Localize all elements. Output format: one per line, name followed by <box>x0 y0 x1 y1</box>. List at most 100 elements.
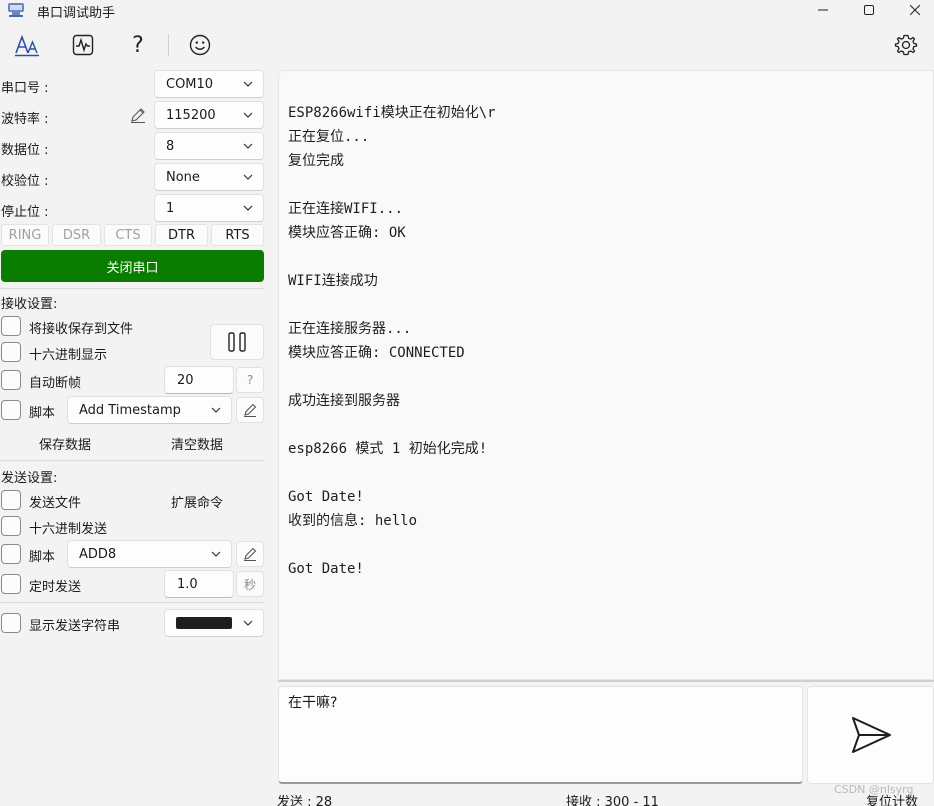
send-arrow-icon <box>851 717 891 753</box>
edit-pen-icon[interactable] <box>129 106 147 124</box>
receive-script-edit-button[interactable] <box>236 397 264 423</box>
chevron-down-icon <box>243 112 253 118</box>
receive-line <box>288 293 933 317</box>
send-color-select[interactable] <box>164 609 264 637</box>
receive-line: 复位完成 <box>288 153 344 169</box>
auto-frame-value: 20 <box>177 372 194 388</box>
parity-select[interactable]: None <box>154 163 264 191</box>
receive-script-label: 脚本 <box>29 406 56 421</box>
auto-frame-input[interactable]: 20 <box>164 366 234 394</box>
save-data-button[interactable]: 保存数据 <box>39 434 91 453</box>
chevron-down-icon <box>211 551 221 557</box>
show-send-label: 显示发送字符串 <box>29 619 121 634</box>
auto-frame-help-button[interactable]: ? <box>236 367 264 393</box>
receive-line: 正在连接服务器... <box>288 321 412 337</box>
receive-script-select[interactable]: Add Timestamp <box>67 396 232 424</box>
send-script-edit-button[interactable] <box>236 541 264 567</box>
hex-display-label: 十六进制显示 <box>29 348 108 363</box>
help-button[interactable]: ? <box>122 30 154 60</box>
rts-button[interactable]: RTS <box>211 224 264 246</box>
cts-indicator: CTS <box>104 224 152 246</box>
send-input[interactable]: 在干嘛? <box>278 686 803 784</box>
send-file-checkbox[interactable] <box>1 490 21 510</box>
timed-unit-label: 秒 <box>236 571 264 597</box>
auto-frame-checkbox[interactable] <box>1 370 21 390</box>
timed-send-input[interactable]: 1.0 <box>164 570 234 598</box>
receive-textarea[interactable]: ESP8266wifi模块正在初始化\r 正在复位... 复位完成正在连接WIFI.… <box>278 70 934 680</box>
receive-line: ESP8266wifi模块正在初始化\r <box>288 105 496 121</box>
baud-label: 波特率 : <box>1 112 49 127</box>
receive-line <box>288 365 933 389</box>
hex-send-label: 十六进制发送 <box>29 522 108 537</box>
toggle-port-button[interactable]: 关闭串口 <box>1 250 264 282</box>
send-button[interactable] <box>807 686 934 784</box>
dtr-button[interactable]: DTR <box>155 224 208 246</box>
receive-line <box>288 173 933 197</box>
reset-count-button[interactable]: 复位计数 <box>866 791 918 806</box>
pause-button[interactable] <box>210 324 264 360</box>
send-script-checkbox[interactable] <box>1 544 21 564</box>
edit-pen-icon <box>244 403 257 417</box>
save-to-file-checkbox[interactable] <box>1 316 21 336</box>
stopbits-label: 停止位 : <box>1 205 49 220</box>
receive-line: 正在复位... <box>288 129 370 145</box>
receive-line: Got Date! <box>288 489 364 505</box>
databits-select[interactable]: 8 <box>154 132 264 160</box>
receive-line: WIFI连接成功 <box>288 273 378 289</box>
send-text: 在干嘛? <box>288 695 338 711</box>
show-send-checkbox[interactable] <box>1 613 21 633</box>
clear-data-button[interactable]: 清空数据 <box>171 434 223 453</box>
waveform-icon <box>72 34 94 56</box>
hex-send-checkbox[interactable] <box>1 516 21 536</box>
ring-indicator: RING <box>1 224 49 246</box>
extend-command-button[interactable]: 扩展命令 <box>171 492 223 511</box>
waveform-button[interactable] <box>67 30 99 60</box>
help-icon: ? <box>132 32 144 58</box>
hex-display-checkbox[interactable] <box>1 342 21 362</box>
sent-count: 发送 : 28 <box>277 795 333 806</box>
send-script-select[interactable]: ADD8 <box>67 540 232 568</box>
baud-value: 115200 <box>166 107 216 123</box>
baud-select[interactable]: 115200 <box>154 101 264 129</box>
port-select[interactable]: COM10 <box>154 70 264 98</box>
chevron-down-icon <box>243 620 253 626</box>
send-script-value: ADD8 <box>79 546 117 562</box>
receive-line: 成功连接到服务器 <box>288 393 400 409</box>
close-button[interactable] <box>892 0 934 20</box>
parity-label: 校验位 : <box>1 174 49 189</box>
save-to-file-label: 将接收保存到文件 <box>29 322 134 337</box>
maximize-button[interactable] <box>846 0 892 20</box>
divider <box>0 288 264 289</box>
receive-line <box>288 461 933 485</box>
receive-line <box>288 245 933 269</box>
receive-line: 正在连接WIFI... <box>288 201 404 217</box>
received-count: 接收 : 300 - 11 <box>566 795 659 806</box>
smiley-icon <box>189 34 211 56</box>
chevron-down-icon <box>243 143 253 149</box>
send-file-label: 发送文件 <box>29 496 82 511</box>
minimize-button[interactable] <box>800 0 846 20</box>
receive-script-checkbox[interactable] <box>1 400 21 420</box>
port-label: 串口号 : <box>1 81 49 96</box>
send-script-label: 脚本 <box>29 550 56 565</box>
font-button[interactable] <box>11 30 43 60</box>
smiley-button[interactable] <box>184 30 216 60</box>
port-value: COM10 <box>166 76 214 92</box>
window-title: 串口调试助手 <box>37 6 116 21</box>
toolbar-divider <box>168 34 169 56</box>
databits-label: 数据位 : <box>1 143 49 158</box>
maximize-icon <box>864 5 874 15</box>
receive-line: esp8266 模式 1 初始化完成! <box>288 441 488 457</box>
toolbar: ? <box>0 22 934 68</box>
auto-frame-label: 自动断帧 <box>29 376 82 391</box>
chevron-down-icon <box>243 205 253 211</box>
stopbits-value: 1 <box>166 200 175 216</box>
close-icon <box>910 5 920 15</box>
chevron-down-icon <box>243 174 253 180</box>
stopbits-select[interactable]: 1 <box>154 194 264 222</box>
timed-send-checkbox[interactable] <box>1 574 21 594</box>
edit-pen-icon <box>244 547 257 561</box>
receive-line: 模块应答正确: CONNECTED <box>288 345 465 361</box>
receive-line: 模块应答正确: OK <box>288 225 406 241</box>
settings-button[interactable] <box>890 30 922 60</box>
